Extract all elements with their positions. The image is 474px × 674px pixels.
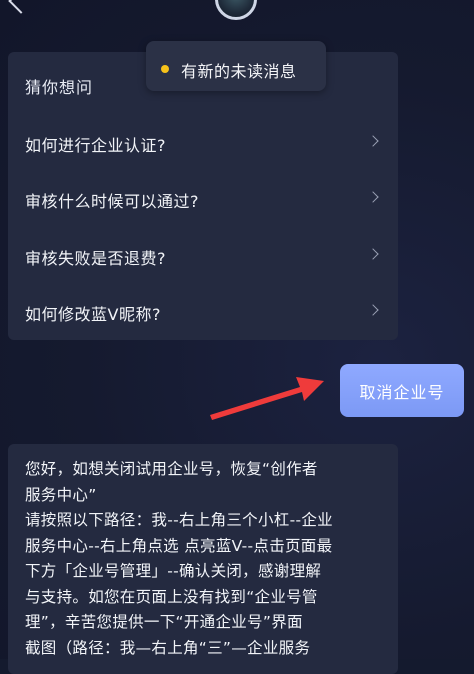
reply-line: 服务中心--右上角点选 点亮蓝V--点击页面最: [25, 536, 333, 555]
reply-line: 理”，辛苦您提供一下“开通企业号”界面: [25, 613, 303, 631]
chevron-right-icon: [367, 248, 379, 260]
reply-line: 截图（路径：我—右上角“三”—企业服务: [25, 638, 311, 657]
faq-item-enterprise-certification[interactable]: 如何进行企业认证?: [8, 118, 398, 166]
faq-item-label: 审核失败是否退费?: [25, 249, 166, 268]
chevron-right-icon: [367, 191, 379, 203]
cancel-enterprise-account-button[interactable]: 取消企业号: [340, 364, 464, 417]
chevron-right-icon: [367, 304, 379, 316]
reply-line: 请按照以下路径：我--右上角三个小杠--企业: [25, 511, 333, 529]
reply-line: 您好，如想关闭试用企业号，恢复“创作者: [25, 460, 318, 478]
faq-item-refund[interactable]: 审核失败是否退费?: [8, 231, 398, 279]
faq-item-modify-nickname[interactable]: 如何修改蓝V昵称?: [8, 287, 398, 335]
red-arrow-icon: [210, 377, 324, 420]
reply-message-bubble: 您好，如想关闭试用企业号，恢复“创作者 服务中心” 请按照以下路径：我--右上角…: [8, 444, 398, 674]
top-bar: [0, 0, 474, 22]
reply-line: 服务中心”: [25, 485, 97, 504]
reply-line: 与支持。如您在页面上没有找到“企业号管: [25, 587, 318, 606]
chevron-left-icon[interactable]: [8, 0, 34, 14]
faq-card: 猜你想问 如何进行企业认证? 审核什么时候可以通过? 审核失败是否退费? 如何修…: [8, 52, 398, 340]
faq-item-label: 如何修改蓝V昵称?: [25, 305, 161, 324]
reply-line: 下方「企业号管理」--确认关闭，感谢理解: [25, 562, 322, 580]
faq-item-label: 审核什么时候可以通过?: [25, 192, 199, 211]
unread-message-toast[interactable]: 有新的未读消息: [146, 41, 326, 91]
faq-item-review-time[interactable]: 审核什么时候可以通过?: [8, 174, 398, 222]
toast-text: 有新的未读消息: [181, 62, 297, 81]
faq-title: 猜你想问: [25, 78, 94, 97]
avatar-icon[interactable]: [215, 0, 257, 20]
reply-message-text: 您好，如想关闭试用企业号，恢复“创作者 服务中心” 请按照以下路径：我--右上角…: [25, 457, 387, 661]
faq-item-label: 如何进行企业认证?: [25, 136, 166, 155]
chevron-right-icon: [367, 135, 379, 147]
unread-dot-icon: [161, 65, 169, 73]
